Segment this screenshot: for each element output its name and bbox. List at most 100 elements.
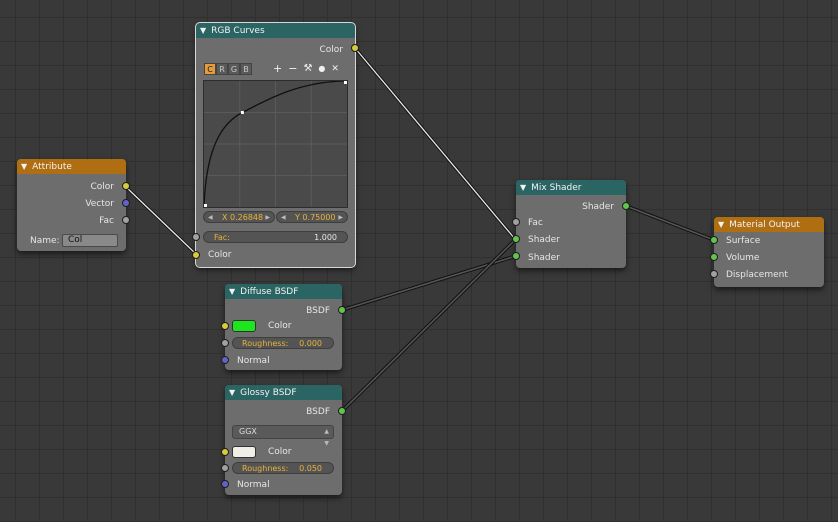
roughness-field[interactable]: Roughness: 0.000 — [232, 337, 334, 349]
node-title: RGB Curves — [211, 25, 265, 36]
color-swatch[interactable] — [232, 320, 256, 332]
input-surface-socket[interactable] — [710, 236, 718, 244]
curve-channel-tabs: C R G B — [204, 63, 252, 75]
glossy-bsdf-header[interactable]: ▼ Glossy BSDF — [225, 385, 342, 400]
roughness-value: 0.050 — [299, 464, 322, 473]
input-volume-label: Volume — [726, 253, 760, 263]
output-bsdf-label: BSDF — [306, 407, 330, 417]
diffuse-bsdf-header[interactable]: ▼ Diffuse BSDF — [225, 284, 342, 299]
input-shader-2-socket[interactable] — [512, 252, 520, 260]
input-normal-label: Normal — [237, 356, 270, 366]
roughness-field[interactable]: Roughness: 0.050 — [232, 462, 334, 474]
curve-control-point[interactable] — [344, 81, 347, 84]
collapse-triangle-icon[interactable]: ▼ — [200, 26, 206, 35]
input-roughness-socket[interactable] — [221, 464, 229, 472]
name-input[interactable]: Col — [62, 234, 118, 247]
rgb-curves-node[interactable]: ▼ RGB Curves Color C R G B + − ⚒ ● ✕ ◀ X… — [192, 22, 359, 268]
input-displacement-label: Displacement — [726, 270, 788, 280]
dot-icon[interactable]: ● — [318, 63, 325, 75]
increment-arrow-icon[interactable]: ▶ — [338, 212, 343, 223]
glossy-bsdf-node[interactable]: ▼ Glossy BSDF BSDF GGX ▲ ▼ Color Roughnes… — [221, 385, 346, 495]
node-title: Mix Shader — [531, 182, 582, 193]
link-attribute-to-curves — [123, 184, 198, 256]
input-fac-label: Fac — [528, 218, 543, 228]
material-output-header[interactable]: ▼ Material Output — [714, 217, 824, 232]
input-color-socket[interactable] — [192, 251, 200, 259]
material-output-node[interactable]: ▼ Material Output Surface Volume Displac… — [710, 217, 824, 287]
node-title: Material Output — [729, 219, 800, 230]
mix-shader-node[interactable]: ▼ Mix Shader Shader Fac Shader Shader — [512, 180, 630, 268]
link-mix-to-output — [624, 204, 716, 242]
zoom-out-icon[interactable]: − — [288, 63, 297, 75]
collapse-triangle-icon[interactable]: ▼ — [229, 287, 235, 296]
roughness-label: Roughness: — [242, 339, 289, 348]
output-fac-socket[interactable] — [122, 216, 130, 224]
input-shader-1-socket[interactable] — [512, 235, 520, 243]
roughness-value: 0.000 — [299, 339, 322, 348]
fac-value: 1.000 — [314, 233, 337, 242]
node-title: Glossy BSDF — [240, 387, 297, 398]
zoom-in-icon[interactable]: + — [273, 63, 282, 75]
curve-point-y-value: Y 0.75000 — [295, 213, 336, 222]
curve-editor[interactable] — [203, 80, 348, 208]
curve-point-x-value: X 0.26848 — [222, 213, 264, 222]
node-title: Attribute — [32, 161, 72, 172]
curve-point-x-field[interactable]: ◀ X 0.26848 ▶ — [203, 211, 275, 223]
output-color-socket[interactable] — [122, 182, 130, 190]
roughness-label: Roughness: — [242, 464, 289, 473]
output-vector-socket[interactable] — [122, 199, 130, 207]
channel-tab-c[interactable]: C — [204, 63, 216, 75]
wrench-icon[interactable]: ⚒ — [303, 63, 312, 75]
output-shader-label: Shader — [582, 202, 614, 212]
input-roughness-socket[interactable] — [221, 339, 229, 347]
curve-control-point[interactable] — [204, 204, 207, 207]
input-fac-socket[interactable] — [192, 233, 200, 241]
input-surface-label: Surface — [726, 236, 761, 246]
distribution-select[interactable]: GGX ▲ ▼ — [232, 425, 334, 447]
node-links — [123, 46, 716, 413]
close-icon[interactable]: ✕ — [331, 63, 339, 75]
channel-tab-g[interactable]: G — [228, 63, 240, 75]
input-color-label: Color — [208, 250, 232, 260]
input-color-label: Color — [268, 447, 292, 457]
input-shader-2-label: Shader — [528, 253, 560, 263]
collapse-triangle-icon[interactable]: ▼ — [229, 388, 235, 397]
output-color-label: Color — [319, 45, 344, 55]
curve-graph[interactable] — [203, 80, 348, 208]
output-bsdf-socket[interactable] — [338, 306, 346, 314]
fac-label: Fac: — [214, 233, 230, 242]
curve-tools: + − ⚒ ● ✕ — [273, 63, 345, 75]
input-normal-socket[interactable] — [221, 356, 229, 364]
input-color-label: Color — [268, 321, 292, 331]
collapse-triangle-icon[interactable]: ▼ — [718, 220, 724, 229]
output-bsdf-label: BSDF — [306, 306, 330, 316]
input-fac-socket[interactable] — [512, 218, 520, 226]
output-shader-socket[interactable] — [622, 202, 630, 210]
input-displacement-socket[interactable] — [710, 270, 718, 278]
diffuse-bsdf-node[interactable]: ▼ Diffuse BSDF BSDF Color Roughness: 0.0… — [221, 284, 346, 370]
channel-tab-r[interactable]: R — [216, 63, 228, 75]
input-color-socket[interactable] — [221, 322, 229, 330]
decrement-arrow-icon[interactable]: ◀ — [208, 212, 213, 223]
fac-field[interactable]: Fac: 1.000 — [203, 231, 348, 243]
input-volume-socket[interactable] — [710, 253, 718, 261]
attribute-node[interactable]: ▼ Attribute Color Vector Fac Name: Col — [17, 159, 130, 251]
color-swatch[interactable] — [232, 446, 256, 458]
output-color-socket[interactable] — [351, 44, 359, 52]
decrement-arrow-icon[interactable]: ◀ — [281, 212, 286, 223]
output-fac-label: Fac — [99, 216, 114, 226]
link-diffuse-to-mix — [340, 254, 518, 312]
curve-control-point[interactable] — [240, 111, 244, 114]
attribute-header[interactable]: ▼ Attribute — [17, 159, 126, 174]
input-normal-socket[interactable] — [221, 480, 229, 488]
rgb-curves-header[interactable]: ▼ RGB Curves — [196, 23, 355, 38]
curve-point-y-field[interactable]: ◀ Y 0.75000 ▶ — [276, 211, 348, 223]
mix-shader-header[interactable]: ▼ Mix Shader — [516, 180, 626, 195]
increment-arrow-icon[interactable]: ▶ — [265, 212, 270, 223]
collapse-triangle-icon[interactable]: ▼ — [21, 162, 27, 171]
channel-tab-b[interactable]: B — [240, 63, 252, 75]
input-normal-label: Normal — [237, 480, 270, 490]
input-color-socket[interactable] — [221, 448, 229, 456]
collapse-triangle-icon[interactable]: ▼ — [520, 183, 526, 192]
output-bsdf-socket[interactable] — [338, 407, 346, 415]
